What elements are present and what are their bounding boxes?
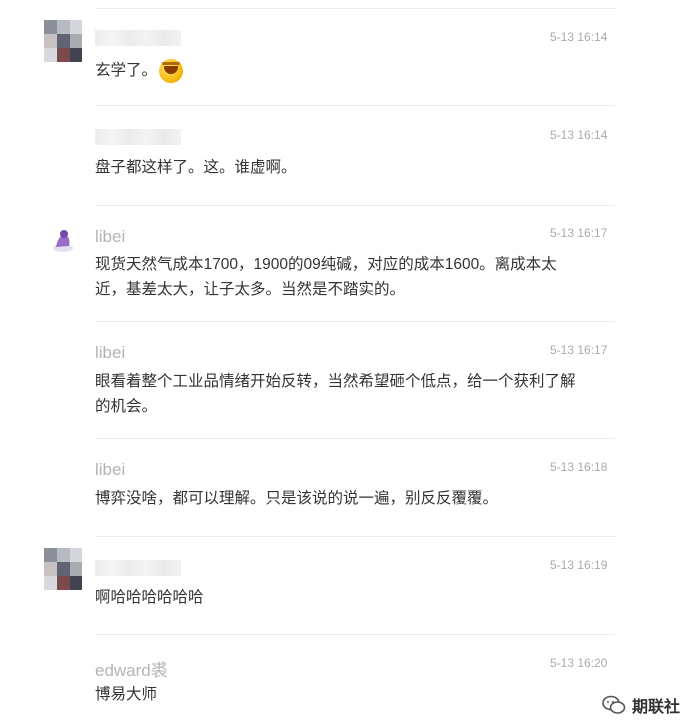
purple-figure-avatar-icon [53,230,73,252]
brand-name: 期联社 [631,699,680,716]
comment-time: 5-13 16:17 [550,343,608,357]
avatar[interactable] [44,548,82,590]
comment-divider [95,205,615,206]
username[interactable]: libei [95,343,125,363]
avatar[interactable] [44,20,82,62]
comment-text: 现货天然气成本1700，1900的09纯碱，对应的成本1600。离成本太近，基差… [95,256,557,298]
comment-time: 5-13 16:14 [550,128,608,142]
comment-time: 5-13 16:20 [550,656,608,670]
comment-text: 玄学了。 [95,58,595,83]
username[interactable]: libei [95,460,125,480]
comment-time: 5-13 16:14 [550,30,608,44]
username-redacted [95,30,181,46]
comment-time: 5-13 16:18 [550,460,608,474]
comment-text: 盘子都这样了。这。谁虚啊。 [95,159,297,176]
comment-divider [95,536,615,537]
wechat-brand-icon [602,694,626,716]
comment-time: 5-13 16:17 [550,226,608,240]
comment-text: 博易大师 [95,686,158,703]
username-redacted [95,560,181,576]
username[interactable]: libei [95,227,125,247]
username[interactable]: edward裘 [95,656,168,681]
comment-text: 啊哈哈哈哈哈哈 [95,589,204,606]
comment-divider [95,8,615,9]
comment-time: 5-13 16:19 [550,558,608,572]
comment-text-content: 玄学了。 [95,62,158,79]
avatar[interactable] [44,222,82,264]
laughing-crying-emoji-icon [159,58,184,83]
brand-watermark: 期联社 [602,693,680,717]
comment-divider [95,634,615,635]
comment-divider [95,438,615,439]
username-redacted [95,129,181,145]
comment-text: 博弈没啥，都可以理解。只是该说的说一遍，别反反覆覆。 [95,490,499,507]
comment-divider [95,321,615,322]
comment-divider [95,105,615,106]
comment-text: 眼看着整个工业品情绪开始反转，当然希望砸个低点，给一个获利了解的机会。 [95,373,576,415]
